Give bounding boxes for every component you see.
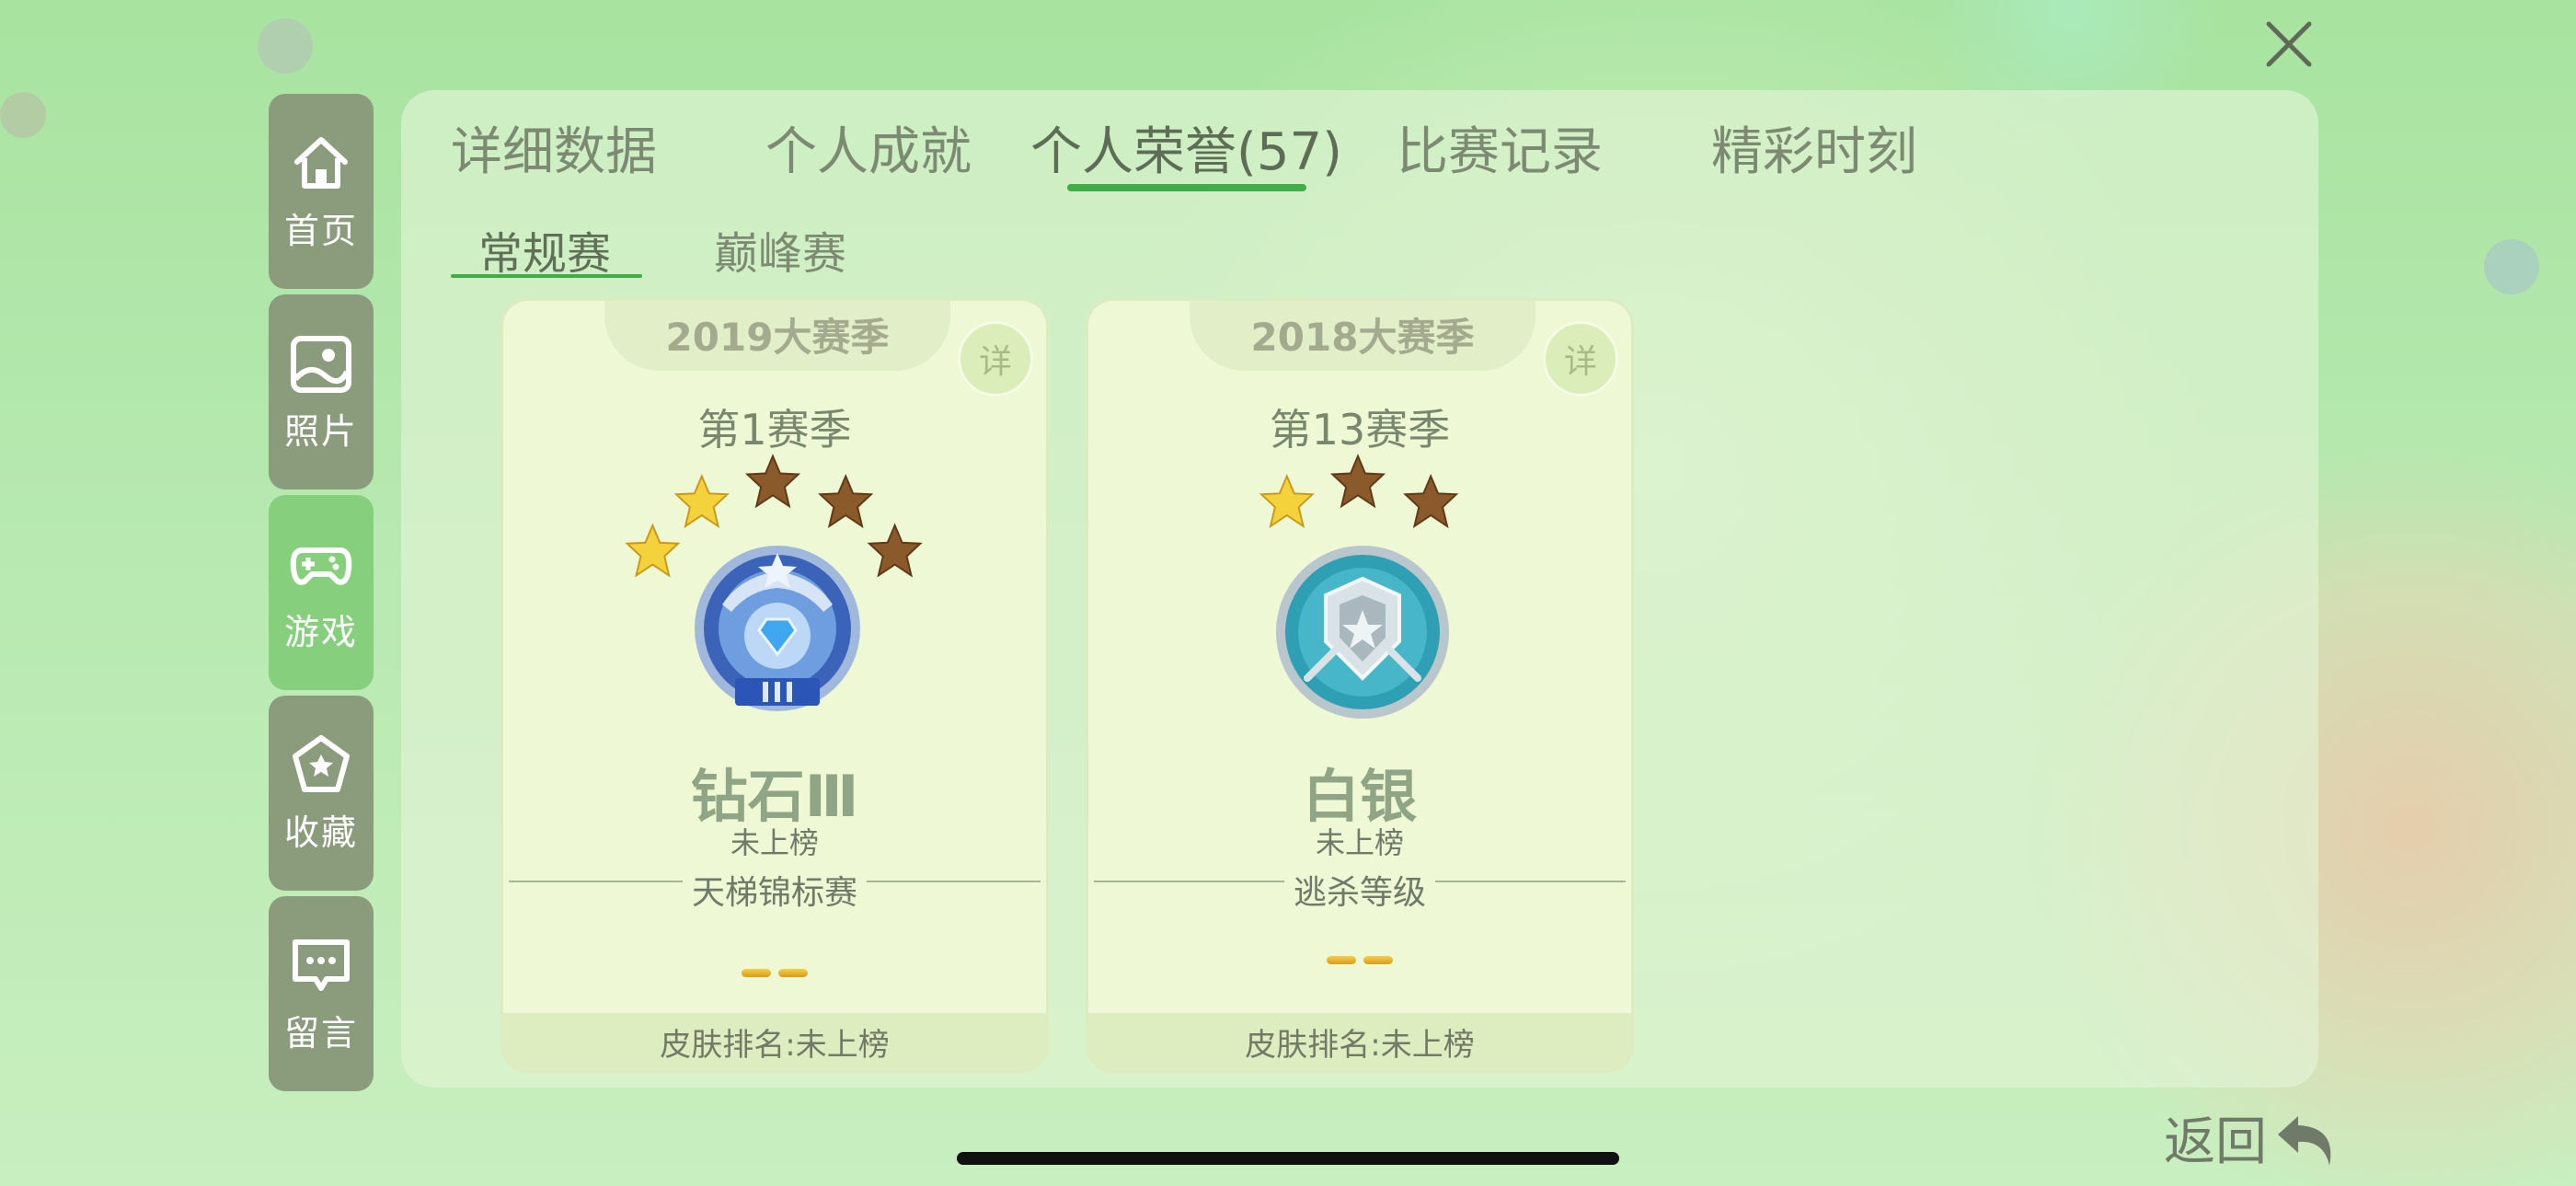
diamond-rank-badge [695, 546, 860, 711]
message-icon [293, 938, 350, 991]
sidebar-item-label: 首页 [283, 210, 358, 251]
rank-status: 未上榜 [730, 825, 819, 860]
skin-rank: 皮肤排名:未上榜 [1088, 1013, 1631, 1070]
dash [742, 969, 771, 977]
game-mode: 天梯锦标赛 [503, 866, 1046, 914]
sidebar-item-game[interactable]: 游戏 [269, 495, 374, 690]
star-bronze-icon [818, 473, 874, 529]
sidebar-item-message[interactable]: 留言 [269, 896, 374, 1091]
close-button[interactable] [2263, 18, 2315, 70]
game-mode-label: 天梯锦标赛 [682, 874, 867, 912]
back-label: 返回 [2164, 1112, 2267, 1172]
game-mode: 逃杀等级 [1088, 866, 1631, 914]
tab-honors[interactable]: 个人荣誉(57) [1030, 110, 1342, 185]
game-mode-label: 逃杀等级 [1283, 874, 1435, 912]
sidebar-item-label: 留言 [283, 1012, 358, 1054]
bokeh-decoration [0, 92, 46, 138]
star-icon [293, 734, 350, 792]
star-bronze-icon [1329, 454, 1386, 509]
star-gold-icon [673, 473, 730, 529]
sidebar-item-photo[interactable]: 照片 [269, 294, 374, 489]
star-bronze-icon [744, 454, 801, 509]
back-arrow-icon [2278, 1115, 2331, 1166]
subtab-active-indicator [451, 274, 642, 278]
tab-highlights[interactable]: 精彩时刻 [1711, 110, 1917, 185]
skin-rank: 皮肤排名:未上榜 [503, 1013, 1046, 1070]
season-year-label: 2018大赛季 [1190, 301, 1535, 371]
tab-achievements[interactable]: 个人成就 [765, 110, 972, 185]
gamepad-icon [290, 547, 352, 585]
bokeh-decoration [258, 18, 313, 74]
back-button[interactable]: 返回 [2164, 1100, 2344, 1175]
tab-active-indicator [1067, 184, 1306, 191]
sidebar-item-label: 收藏 [283, 812, 358, 853]
honor-card[interactable]: 2018大赛季 详 第13赛季 白银 未上榜 逃杀等级 皮肤排名:未上榜 [1086, 298, 1634, 1073]
detail-button[interactable]: 详 [958, 321, 1033, 397]
dash [778, 969, 808, 977]
home-indicator [957, 1152, 1619, 1165]
subtab-peak[interactable]: 巅峰赛 [714, 217, 846, 282]
star-bronze-icon [1403, 473, 1459, 529]
close-icon [2266, 21, 2312, 67]
season-year-label: 2019大赛季 [604, 301, 950, 371]
star-gold-icon [625, 523, 681, 578]
dash [1363, 956, 1393, 964]
sidebar-item-label: 游戏 [283, 611, 358, 652]
bokeh-decoration [2484, 239, 2539, 294]
sidebar-item-favorites[interactable]: 收藏 [269, 696, 374, 891]
tab-match-records[interactable]: 比赛记录 [1397, 110, 1603, 185]
placeholder-dashes [503, 969, 1046, 977]
photo-icon [291, 335, 351, 393]
sidebar-item-label: 照片 [283, 410, 358, 452]
placeholder-dashes [1088, 956, 1631, 964]
detail-button[interactable]: 详 [1543, 321, 1618, 397]
star-bronze-icon [867, 523, 923, 578]
dash [1327, 956, 1356, 964]
sidebar-item-home[interactable]: 首页 [269, 94, 374, 289]
tab-detailed-data[interactable]: 详细数据 [451, 110, 657, 185]
rank-status: 未上榜 [1315, 825, 1404, 860]
honor-card[interactable]: 2019大赛季 详 第1赛季 钻石Ⅲ 未上榜 天梯锦标赛 皮肤排名:未上榜 [500, 298, 1049, 1073]
subtab-regular[interactable]: 常规赛 [478, 217, 611, 282]
star-gold-icon [1259, 473, 1315, 529]
home-icon [294, 136, 348, 189]
silver-rank-badge [1276, 546, 1449, 719]
